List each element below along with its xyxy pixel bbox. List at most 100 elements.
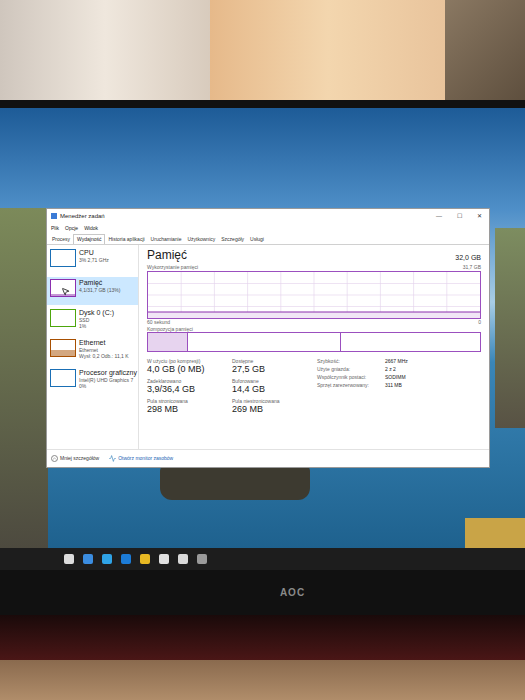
memory-panel: Pamięć 32,0 GB Wykorzystanie pamięci 31,7 G…: [139, 245, 489, 449]
less-details[interactable]: Mniej szczegółów: [51, 455, 99, 462]
composition-bar: [147, 332, 481, 352]
tab[interactable]: Uruchamianie: [148, 235, 185, 244]
spec-label: Współczynnik postaci:: [317, 374, 379, 381]
sidebar-item-detail: Wysł: 0,2 Odb.: 11,1 K: [79, 353, 129, 359]
sidebar-item[interactable]: Procesor graficznyIntel(R) UHD Graphics …: [47, 367, 138, 395]
mini-graph: [50, 339, 76, 357]
stat-label: Zadeklarowano: [147, 378, 222, 384]
memory-usage-chart: [148, 272, 480, 318]
window-control[interactable]: —: [429, 213, 449, 219]
sidebar-item-detail: Ethernet: [79, 347, 129, 353]
spec-value: 2 z 2: [385, 366, 396, 373]
tab[interactable]: Procesy: [49, 235, 73, 244]
window-control[interactable]: ✕: [469, 213, 489, 219]
stat-value: 3,9/36,4 GB: [147, 384, 222, 395]
taskbar-app-icon[interactable]: [102, 554, 112, 564]
spec-row: Szybkość:2667 MHz: [317, 358, 408, 365]
stand-shadow: [0, 615, 525, 660]
window-title: Menedżer zadań: [60, 213, 105, 219]
task-manager-window[interactable]: Menedżer zadań—☐✕PlikOpcjeWidokProcesyWy…: [46, 208, 490, 468]
sidebar-item[interactable]: Dysk 0 (C:)SSD1%: [47, 307, 138, 335]
taskbar-app-icon[interactable]: [140, 554, 150, 564]
menu-item[interactable]: Opcje: [65, 226, 78, 231]
chevron-up-icon: [51, 455, 58, 462]
sidebar-item-name: CPU: [79, 249, 109, 257]
sidebar-item[interactable]: EthernetEthernetWysł: 0,2 Odb.: 11,1 K: [47, 337, 138, 365]
usage-max: 31,7 GB: [463, 264, 481, 270]
sidebar-item-detail: 1%: [79, 323, 114, 329]
desk-area: [0, 615, 525, 700]
spec-label: Użyte gniazda:: [317, 366, 379, 373]
sidebar-item-detail: 0%: [79, 383, 135, 389]
footer: Mniej szczegółów Otwórz monitor zasobów: [47, 449, 489, 467]
sidebar-item[interactable]: Pamięć4,1/31,7 GB (13%): [47, 277, 138, 305]
sidebar-item-name: Ethernet: [79, 339, 129, 347]
window-control[interactable]: ☐: [449, 213, 469, 219]
title-bar[interactable]: Menedżer zadań —☐✕: [47, 209, 489, 223]
sidebar-item-name: Pamięć: [79, 279, 120, 287]
panel-title: Pamięć: [147, 248, 187, 262]
stat-label: Pula stronicowana: [147, 398, 222, 404]
stat-value: 14,4 GB: [232, 384, 307, 395]
brand-logo: AOC: [280, 585, 305, 600]
spec-label: Szybkość:: [317, 358, 379, 365]
tab[interactable]: Usługi: [247, 235, 267, 244]
sidebar-item[interactable]: CPU3% 2,71 GHz: [47, 247, 138, 275]
mini-graph: [50, 369, 76, 387]
taskbar-app-icon[interactable]: [83, 554, 93, 564]
menu-item[interactable]: Plik: [51, 226, 59, 231]
stat-label: Buforowane: [232, 378, 307, 384]
total-memory: 32,0 GB: [455, 254, 481, 262]
wallpaper-cliff: [0, 208, 48, 548]
stat: Pula niestronicowana269 MB: [232, 398, 307, 415]
stat: Zadeklarowano3,9/36,4 GB: [147, 378, 222, 395]
monitor-bezel: AOC: [0, 570, 525, 615]
mini-graph: [50, 279, 76, 297]
stats-grid: W użyciu (po kompresji)4,0 GB (0 MB) Dost…: [147, 358, 307, 415]
tab[interactable]: Wydajność: [73, 234, 105, 244]
usage-graph-frame: [147, 271, 481, 319]
sidebar: CPU3% 2,71 GHzPamięć4,1/31,7 GB (13%)Dys…: [47, 245, 139, 449]
screen: Menedżer zadań—☐✕PlikOpcjeWidokProcesyWy…: [0, 108, 525, 570]
taskbar-app-icon[interactable]: [197, 554, 207, 564]
mouse-cursor-icon: [61, 287, 70, 296]
photo: Menedżer zadań—☐✕PlikOpcjeWidokProcesyWy…: [0, 0, 525, 700]
stat-label: Pula niestronicowana: [232, 398, 307, 404]
spec-row: Sprzęt zarezerwowany:311 MB: [317, 382, 408, 389]
menu-item[interactable]: Widok: [84, 226, 98, 231]
stat-label: Dostępne: [232, 358, 307, 364]
taskbar-app-icon[interactable]: [178, 554, 188, 564]
sidebar-item-detail: SSD: [79, 317, 114, 323]
specs: Szybkość:2667 MHzUżyte gniazda:2 z 2Wspó…: [317, 358, 408, 415]
painting: [445, 0, 525, 100]
usage-label: Wykorzystanie pamięci: [147, 264, 198, 270]
spec-row: Użyte gniazda: 2 z 2: [317, 366, 408, 373]
open-resource-monitor[interactable]: Otwórz monitor zasobów: [109, 455, 173, 462]
tab[interactable]: Historia aplikacji: [105, 235, 147, 244]
room-wall: [0, 0, 525, 100]
composition-standby: [188, 333, 341, 351]
stat: W użyciu (po kompresji)4,0 GB (0 MB): [147, 358, 222, 375]
sidebar-item-name: Dysk 0 (C:): [79, 309, 114, 317]
taskbar-app-icon[interactable]: [121, 554, 131, 564]
body: CPU3% 2,71 GHzPamięć4,1/31,7 GB (13%)Dys…: [47, 245, 489, 449]
spec-row: Współczynnik postaci:SODIMM: [317, 374, 408, 381]
stat-value: 269 MB: [232, 404, 307, 415]
mini-graph: [50, 309, 76, 327]
taskbar-app-icon[interactable]: [159, 554, 169, 564]
resource-monitor-icon: [109, 455, 116, 462]
tab[interactable]: Użytkownicy: [184, 235, 218, 244]
stat: Dostępne27,5 GB: [232, 358, 307, 375]
stat: Pula stronicowana298 MB: [147, 398, 222, 415]
tab[interactable]: Szczegóły: [218, 235, 247, 244]
monitor: Menedżer zadań—☐✕PlikOpcjeWidokProcesyWy…: [0, 100, 525, 615]
stat: Buforowane14,4 GB: [232, 378, 307, 395]
sidebar-item-detail: Intel(R) UHD Graphics 7: [79, 377, 135, 383]
axis-right: 0: [478, 319, 481, 325]
composition-in-use: [148, 333, 188, 351]
app-icon: [51, 213, 57, 219]
taskbar-app-icon[interactable]: [64, 554, 74, 564]
stat-label: W użyciu (po kompresji): [147, 358, 222, 364]
sidebar-item-name: Procesor graficzny: [79, 369, 135, 377]
stats-area: W użyciu (po kompresji)4,0 GB (0 MB) Dost…: [147, 358, 481, 415]
